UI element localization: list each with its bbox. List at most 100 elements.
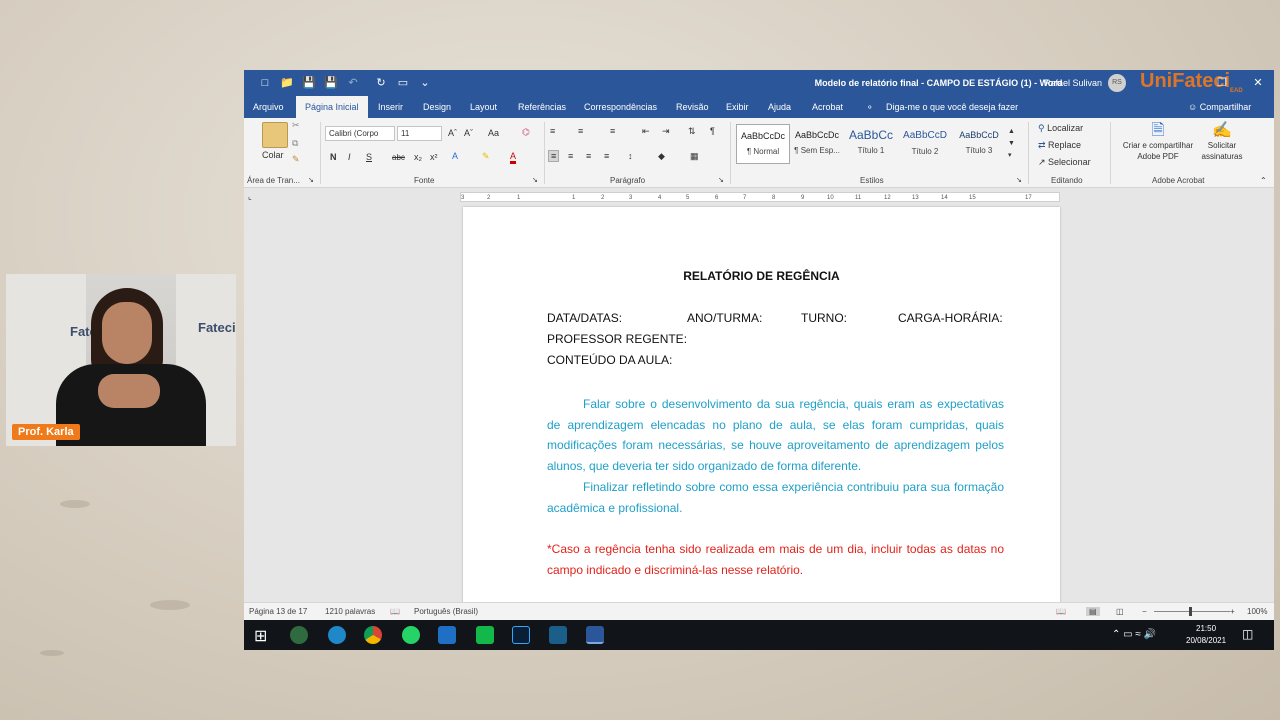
font-name-select[interactable]: Calibri (Corpo bbox=[325, 126, 395, 141]
clock-date[interactable]: 20/08/2021 bbox=[1186, 636, 1226, 645]
bullets-icon[interactable]: ≡ bbox=[550, 126, 555, 136]
highlight-icon[interactable]: ✎ bbox=[482, 151, 490, 162]
zoom-slider[interactable] bbox=[1154, 611, 1230, 612]
bold-icon[interactable]: N bbox=[330, 152, 337, 162]
multilevel-list-icon[interactable]: ≡ bbox=[610, 126, 615, 136]
avatar[interactable]: RS bbox=[1108, 74, 1126, 92]
tab-revisao[interactable]: Revisão bbox=[676, 102, 709, 112]
styles-launcher-icon[interactable]: ↘ bbox=[1016, 176, 1022, 184]
chrome-icon[interactable] bbox=[364, 626, 382, 644]
numbering-icon[interactable]: ≡ bbox=[578, 126, 583, 136]
find-button[interactable]: ⚲ Localizar bbox=[1038, 123, 1083, 134]
word-count[interactable]: 1210 palavras bbox=[325, 607, 375, 616]
shading-icon[interactable]: ◆ bbox=[658, 151, 665, 162]
mail-icon[interactable] bbox=[438, 626, 456, 644]
align-center-icon[interactable]: ≡ bbox=[568, 151, 573, 161]
undo-icon[interactable]: ↶ bbox=[346, 76, 360, 90]
font-size-select[interactable]: 11 bbox=[397, 126, 442, 141]
strikethrough-icon[interactable]: abc bbox=[392, 153, 405, 162]
replace-button[interactable]: ⇄ Replace bbox=[1038, 140, 1081, 151]
borders-icon[interactable]: ▦ bbox=[690, 151, 699, 162]
read-mode-icon[interactable]: 📖 bbox=[1056, 607, 1066, 616]
green-app-icon[interactable] bbox=[476, 626, 494, 644]
shrink-font-icon[interactable]: Aˇ bbox=[464, 128, 473, 138]
italic-icon[interactable]: I bbox=[348, 152, 351, 162]
copy-icon[interactable]: ⧉ bbox=[292, 138, 298, 149]
tab-correspondencias[interactable]: Correspondências bbox=[584, 102, 657, 112]
select-button[interactable]: ↗ Selecionar bbox=[1038, 157, 1091, 168]
whatsapp-icon[interactable] bbox=[402, 626, 420, 644]
app-icon[interactable] bbox=[290, 626, 308, 644]
zoom-out-icon[interactable]: − bbox=[1142, 607, 1147, 616]
language[interactable]: Português (Brasil) bbox=[414, 607, 478, 616]
style-heading-3[interactable]: AaBbCcD Título 3 bbox=[952, 124, 1006, 164]
sort-icon[interactable]: ⇅ bbox=[688, 126, 696, 137]
tab-arquivo[interactable]: Arquivo bbox=[253, 102, 284, 112]
restore-window-icon[interactable]: ❐ bbox=[1214, 75, 1230, 91]
tab-pagina-inicial[interactable]: Página Inicial bbox=[296, 96, 368, 118]
align-left-icon[interactable]: ≡ bbox=[548, 150, 560, 162]
request-signatures-button[interactable]: ✍ Solicitar assinaturas bbox=[1198, 122, 1246, 162]
photoshop-icon[interactable] bbox=[512, 626, 530, 644]
styles-scroll-icon[interactable]: ▲ ▼ ▾ bbox=[1008, 126, 1015, 162]
tab-referencias[interactable]: Referências bbox=[518, 102, 566, 112]
ruler[interactable]: 3 2 1 1 2 3 4 5 6 7 8 9 10 11 12 13 14 1… bbox=[460, 192, 1060, 202]
cut-icon[interactable]: ✂ bbox=[292, 120, 300, 131]
style-heading-1[interactable]: AaBbCc Título 1 bbox=[844, 124, 898, 164]
paste-button[interactable]: Colar bbox=[262, 150, 284, 160]
format-painter-icon[interactable]: ✎ bbox=[292, 154, 300, 165]
paste-icon[interactable] bbox=[262, 122, 288, 148]
windows-start-icon[interactable]: ⊞ bbox=[254, 626, 267, 646]
document-page[interactable]: RELATÓRIO DE REGÊNCIA DATA/DATAS: ANO/TU… bbox=[463, 207, 1060, 607]
zoom-slider-thumb[interactable] bbox=[1189, 607, 1192, 616]
change-case-icon[interactable]: Aa bbox=[488, 128, 499, 138]
style-no-spacing[interactable]: AaBbCcDc ¶ Sem Esp... bbox=[790, 124, 844, 164]
page-count[interactable]: Página 13 de 17 bbox=[249, 607, 307, 616]
tab-layout[interactable]: Layout bbox=[470, 102, 497, 112]
font-launcher-icon[interactable]: ↘ bbox=[532, 176, 538, 184]
customize-toolbar-icon[interactable]: ⌄ bbox=[418, 76, 432, 90]
tab-exibir[interactable]: Exibir bbox=[726, 102, 749, 112]
style-normal[interactable]: AaBbCcDc ¶ Normal bbox=[736, 124, 790, 164]
edge-icon[interactable] bbox=[328, 626, 346, 644]
folder-icon[interactable]: ▭ bbox=[396, 76, 410, 90]
justify-icon[interactable]: ≡ bbox=[604, 151, 609, 161]
share-button[interactable]: ☺ Compartilhar bbox=[1188, 102, 1251, 112]
font-color-icon[interactable]: A bbox=[510, 151, 517, 164]
download-app-icon[interactable] bbox=[549, 626, 567, 644]
tab-inserir[interactable]: Inserir bbox=[378, 102, 403, 112]
word-icon[interactable] bbox=[586, 626, 604, 644]
tab-acrobat[interactable]: Acrobat bbox=[812, 102, 843, 112]
superscript-icon[interactable]: x² bbox=[430, 152, 438, 162]
clear-formatting-icon[interactable]: ⌬ bbox=[522, 127, 530, 138]
align-right-icon[interactable]: ≡ bbox=[586, 151, 591, 161]
collapse-ribbon-icon[interactable]: ⌃ bbox=[1260, 176, 1267, 185]
paragraph-launcher-icon[interactable]: ↘ bbox=[718, 176, 724, 184]
text-effects-icon[interactable]: A bbox=[452, 151, 458, 161]
clipboard-launcher-icon[interactable]: ↘ bbox=[308, 176, 314, 184]
open-folder-icon[interactable]: 📁 bbox=[280, 76, 294, 90]
tab-selector-icon[interactable]: ⌞ bbox=[248, 192, 252, 201]
subscript-icon[interactable]: x₂ bbox=[414, 152, 422, 162]
proofing-icon[interactable]: 📖 bbox=[390, 607, 400, 616]
create-pdf-button[interactable]: 🗎 Criar e compartilhar Adobe PDF bbox=[1116, 122, 1200, 162]
web-layout-icon[interactable]: ◫ bbox=[1116, 607, 1124, 616]
new-document-icon[interactable]: □ bbox=[258, 76, 272, 90]
tell-me-input[interactable]: Diga-me o que você deseja fazer bbox=[886, 102, 1018, 112]
save-icon[interactable]: 💾 bbox=[302, 76, 316, 90]
line-spacing-icon[interactable]: ↕ bbox=[628, 151, 633, 161]
style-heading-2[interactable]: AaBbCcD Título 2 bbox=[898, 124, 952, 164]
decrease-indent-icon[interactable]: ⇤ bbox=[642, 126, 650, 137]
tab-ajuda[interactable]: Ajuda bbox=[768, 102, 791, 112]
system-tray-icons[interactable]: ⌃ ▭ ≈ 🔊 bbox=[1112, 629, 1156, 640]
grow-font-icon[interactable]: Aˆ bbox=[448, 128, 457, 138]
zoom-level[interactable]: 100% bbox=[1247, 607, 1267, 616]
underline-icon[interactable]: S bbox=[366, 152, 372, 162]
tab-design[interactable]: Design bbox=[423, 102, 451, 112]
clock-time[interactable]: 21:50 bbox=[1196, 624, 1216, 633]
save-as-icon[interactable]: 💾 bbox=[324, 76, 338, 90]
close-window-icon[interactable]: ✕ bbox=[1250, 75, 1266, 91]
redo-icon[interactable]: ↻ bbox=[374, 76, 388, 90]
user-name[interactable]: Rafael Sulivan bbox=[1044, 78, 1102, 88]
zoom-in-icon[interactable]: + bbox=[1230, 607, 1235, 616]
